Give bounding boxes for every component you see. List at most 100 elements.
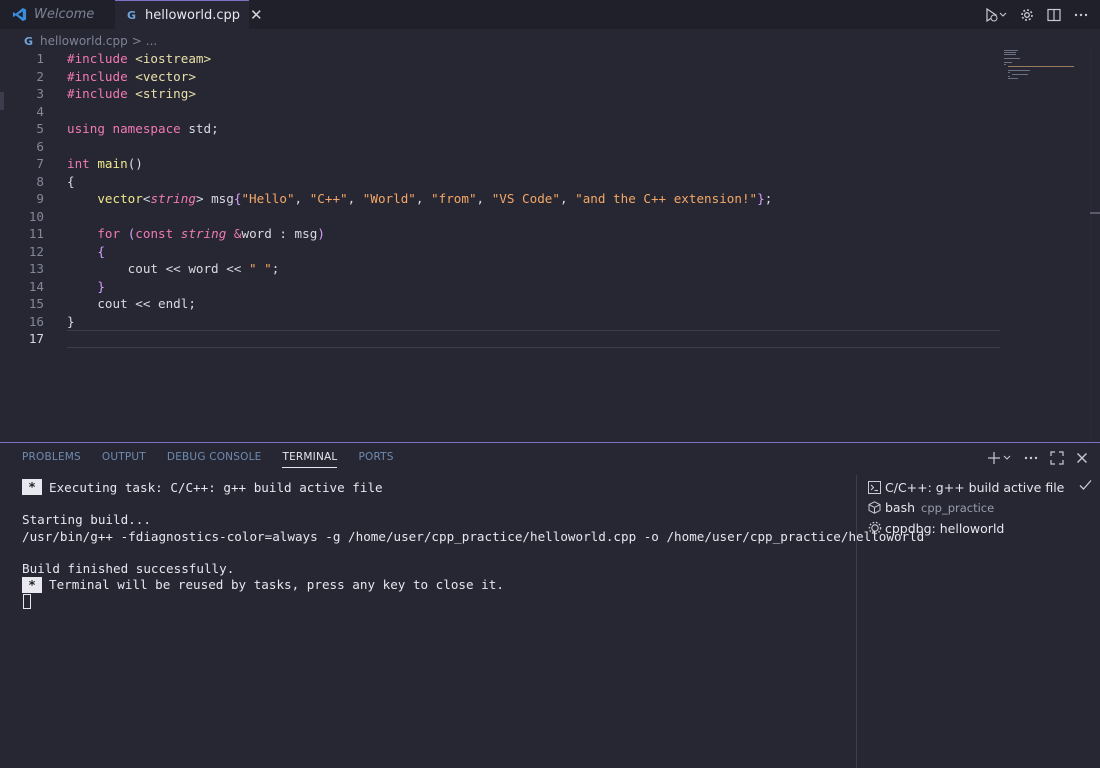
line-number: 7 — [36, 156, 44, 172]
task-star-badge: * — [22, 479, 42, 496]
code-line: 1 #include <iostream> — [0, 50, 1000, 68]
breadcrumb-separator: > — [131, 34, 142, 48]
terminal-list-label: C/C++: g++ build active file — [885, 479, 1065, 495]
vscode-logo-icon — [12, 7, 27, 22]
bottom-panel: PROBLEMS OUTPUT DEBUG CONSOLE TERMINAL P… — [0, 442, 1100, 768]
line-number: 10 — [28, 208, 44, 224]
code-text: } — [67, 313, 75, 329]
terminal-text: Executing task: C/C++: g++ build active … — [49, 479, 383, 495]
line-number: 12 — [28, 243, 44, 259]
tab-terminal[interactable]: TERMINAL — [282, 451, 337, 471]
terminal-list-label: bash — [885, 500, 916, 516]
terminal-list: C/C++: g++ build active file bash cpp_pr… — [868, 477, 1096, 539]
code-line: 9 vector<string> msg{"Hello", "C++", "Wo… — [0, 190, 1000, 208]
terminal-line: * Executing task: C/C++: g++ build active… — [22, 479, 842, 496]
code-line: 15 cout << endl; — [0, 295, 1000, 313]
code-text: cout << word << " "; — [67, 261, 280, 277]
code-text: } — [97, 278, 105, 294]
line-number: 3 — [36, 86, 44, 102]
line-number: 1 — [36, 51, 44, 67]
code-line: 8 { — [0, 173, 1000, 191]
terminal-text: Build finished successfully. — [22, 561, 235, 577]
more-actions-icon[interactable] — [1024, 451, 1038, 469]
code-text: #include <string> — [67, 86, 196, 102]
line-number: 16 — [28, 313, 44, 329]
terminal-output[interactable]: * Executing task: C/C++: g++ build active… — [22, 479, 924, 609]
gear-icon[interactable] — [1020, 8, 1034, 22]
terminal-icon — [868, 480, 882, 494]
code-line: 16 } — [0, 313, 1000, 331]
line-number: 9 — [36, 191, 44, 207]
code-line: 4 — [0, 103, 1000, 121]
tab-ports[interactable]: PORTS — [358, 451, 393, 471]
split-editor-icon[interactable] — [1047, 8, 1061, 22]
minimap[interactable] — [1004, 50, 1076, 80]
terminal-list-item[interactable]: cppdbg: helloworld — [868, 518, 1096, 539]
new-terminal-icon[interactable] — [988, 451, 1012, 469]
close-icon[interactable] — [1076, 452, 1088, 468]
code-line: 5 using namespace std; — [0, 120, 1000, 138]
tab-active-label: helloworld.cpp — [145, 7, 240, 23]
code-text: #include <vector> — [67, 68, 196, 84]
line-number: 6 — [36, 138, 44, 154]
check-icon — [1079, 479, 1092, 495]
panel-actions — [988, 451, 1088, 469]
terminal-list-sublabel: cpp_practice — [921, 500, 995, 515]
line-number: 13 — [28, 261, 44, 277]
code-line: 11 for (const string &word : msg) — [0, 225, 1000, 243]
terminal-text: /usr/bin/g++ -fdiagnostics-color=always … — [22, 528, 925, 544]
close-icon[interactable]: ✕ — [250, 6, 263, 24]
tab-problems[interactable]: PROBLEMS — [22, 451, 81, 471]
editor-scrollbar-track[interactable] — [1090, 50, 1091, 442]
code-text: cout << endl; — [67, 296, 196, 312]
line-number: 5 — [36, 121, 44, 137]
panel-tabs: PROBLEMS OUTPUT DEBUG CONSOLE TERMINAL P… — [22, 451, 394, 471]
code-text: vector<string> msg{"Hello", "C++", "Worl… — [97, 191, 773, 207]
code-line: 12 { — [0, 243, 1000, 261]
editor-tab-bar: Welcome G helloworld.cpp ✕ — [0, 0, 1100, 29]
code-line: 14 } — [0, 278, 1000, 296]
line-number: 8 — [36, 173, 44, 189]
tab-helloworld-cpp[interactable]: G helloworld.cpp ✕ — [115, 0, 263, 29]
code-text: { — [67, 173, 75, 189]
code-text: for (const string &word : msg) — [97, 226, 325, 242]
maximize-panel-icon[interactable] — [1050, 451, 1064, 469]
cpp-file-icon: G — [127, 9, 138, 21]
breadcrumb: G helloworld.cpp > ... — [24, 31, 157, 51]
terminal-list-item[interactable]: bash cpp_practice — [868, 498, 1096, 519]
breadcrumb-file[interactable]: helloworld.cpp — [40, 34, 128, 48]
svg-text:G: G — [127, 9, 136, 21]
terminal-list-splitter[interactable] — [856, 475, 857, 768]
cpp-file-icon: G — [24, 34, 34, 48]
run-debug-icon[interactable] — [985, 7, 1007, 22]
line-number: 15 — [28, 296, 44, 312]
code-text: int main() — [67, 156, 143, 172]
cube-icon — [868, 501, 882, 515]
more-actions-icon[interactable] — [1074, 8, 1088, 22]
terminal-line: /usr/bin/g++ -fdiagnostics-color=always … — [22, 528, 924, 544]
terminal-line: Starting build... — [22, 512, 842, 528]
bug-icon — [868, 521, 882, 535]
code-text: #include <iostream> — [67, 51, 212, 67]
line-number: 4 — [36, 103, 44, 119]
code-editor[interactable]: 1 #include <iostream> 2 #include <vector… — [0, 50, 1100, 442]
code-line: 7 int main() — [0, 155, 1000, 173]
current-line-highlight — [67, 330, 1000, 348]
tab-output[interactable]: OUTPUT — [102, 451, 146, 471]
code-text: using namespace std; — [67, 121, 219, 137]
terminal-list-item[interactable]: C/C++: g++ build active file — [868, 477, 1096, 498]
terminal-text: Terminal will be reused by tasks, press … — [49, 577, 504, 593]
code-line: 10 — [0, 208, 1000, 226]
line-number: 14 — [28, 278, 44, 294]
tab-debug-console[interactable]: DEBUG CONSOLE — [167, 451, 262, 471]
terminal-line: * Terminal will be reused by tasks, press… — [22, 576, 842, 593]
code-line: 13 cout << word << " "; — [0, 260, 1000, 278]
breadcrumb-more[interactable]: ... — [146, 34, 157, 48]
scrollbar-cursor-marker — [1090, 212, 1100, 214]
task-star-badge: * — [22, 576, 42, 593]
terminal-list-label: cppdbg: helloworld — [885, 520, 1005, 536]
tab-welcome-label: Welcome — [34, 7, 95, 22]
tab-welcome[interactable]: Welcome — [0, 0, 114, 29]
